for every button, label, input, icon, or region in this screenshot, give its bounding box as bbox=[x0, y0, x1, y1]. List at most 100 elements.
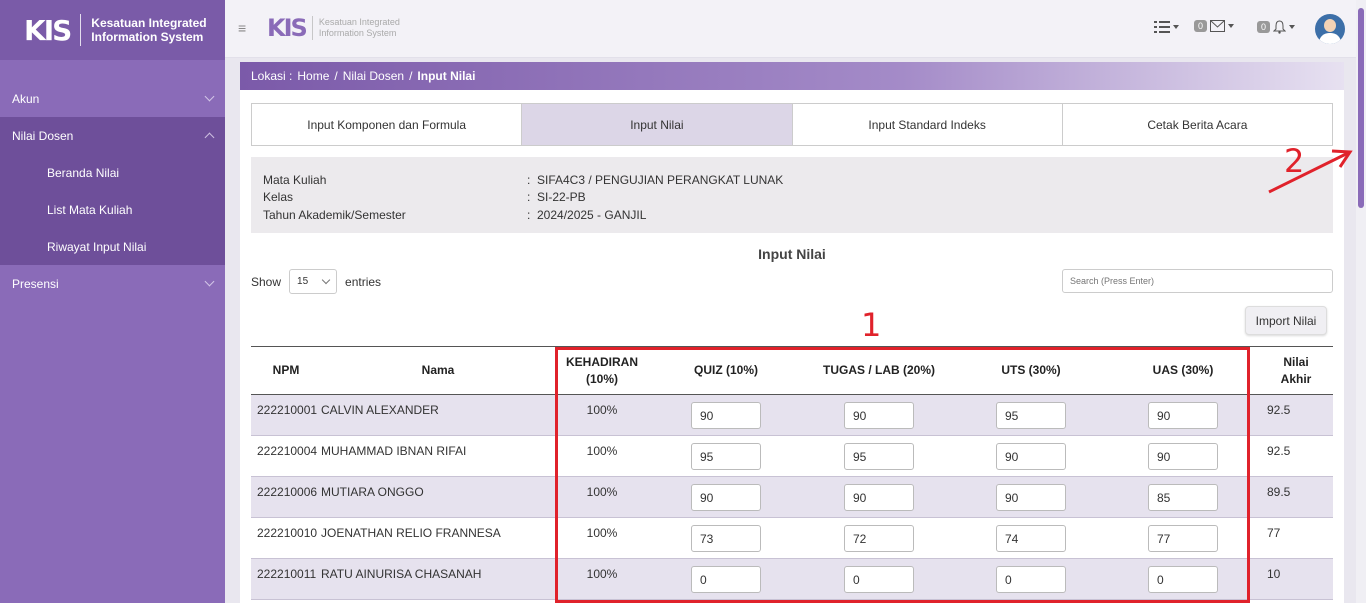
sidebar-logo[interactable]: KIS Kesatuan Integrated Information Syst… bbox=[0, 0, 225, 60]
col-header-npm: NPM bbox=[251, 346, 321, 395]
info-label: Mata Kuliah bbox=[263, 172, 327, 187]
tab-input-nilai[interactable]: Input Nilai bbox=[522, 104, 793, 145]
breadcrumb: Lokasi : Home / Nilai Dosen / Input Nila… bbox=[240, 62, 1344, 90]
logo-divider bbox=[311, 16, 313, 40]
tab-input-komponen[interactable]: Input Komponen dan Formula bbox=[252, 104, 523, 145]
chevron-up-icon bbox=[204, 132, 215, 143]
mail-button[interactable]: 0 bbox=[1194, 20, 1235, 32]
nama-cell: JOENATHAN RELIO FRANNESA bbox=[321, 517, 555, 559]
caret-down-icon bbox=[1289, 25, 1296, 29]
breadcrumb-prefix: Lokasi : bbox=[251, 69, 293, 83]
sidebar-item-label: Beranda Nilai bbox=[47, 165, 120, 180]
nama-cell: MUTIARA ONGGO bbox=[321, 476, 555, 518]
list-menu-button[interactable] bbox=[1154, 20, 1179, 34]
info-colon: : bbox=[527, 172, 531, 187]
sidebar-submenu: Beranda Nilai List Mata Kuliah Riwayat I… bbox=[0, 154, 225, 265]
nama-cell: MUHAMMAD IBNAN RIFAI bbox=[321, 435, 555, 477]
kis-logo-icon: KIS bbox=[267, 14, 308, 42]
npm-cell: 222210010 bbox=[251, 517, 321, 559]
avatar-body bbox=[1319, 33, 1341, 44]
sidebar-item-label: Presensi bbox=[12, 276, 59, 291]
sidebar-item-label: Riwayat Input Nilai bbox=[47, 239, 147, 254]
npm-cell: 222210001 bbox=[251, 394, 321, 436]
hamburger-menu-icon[interactable]: ≡ bbox=[238, 20, 246, 36]
breadcrumb-current: Input Nilai bbox=[417, 69, 476, 83]
user-avatar[interactable] bbox=[1315, 14, 1345, 44]
sidebar-item-list-mata-kuliah[interactable]: List Mata Kuliah bbox=[0, 191, 225, 228]
show-label: Show bbox=[251, 274, 282, 289]
scrollbar-thumb[interactable] bbox=[1358, 8, 1364, 208]
sidebar-item-riwayat-input-nilai[interactable]: Riwayat Input Nilai bbox=[0, 228, 225, 265]
info-colon: : bbox=[527, 207, 531, 222]
breadcrumb-nilai-dosen[interactable]: Nilai Dosen bbox=[343, 69, 404, 83]
sidebar-item-label: Akun bbox=[12, 91, 40, 106]
npm-cell: 222210004 bbox=[251, 435, 321, 477]
info-label: Tahun Akademik/Semester bbox=[263, 207, 406, 222]
info-value: SIFA4C3 / PENGUJIAN PERANGKAT LUNAK bbox=[537, 172, 784, 187]
logo-line2: Information System bbox=[318, 28, 397, 38]
info-label: Kelas bbox=[263, 190, 294, 205]
entries-value: 15 bbox=[297, 276, 309, 287]
info-row-mata-kuliah: Mata Kuliah : SIFA4C3 / PENGUJIAN PERANG… bbox=[263, 171, 1321, 189]
col-header-nama: Nama bbox=[321, 346, 555, 395]
breadcrumb-separator: / bbox=[409, 69, 413, 83]
sidebar-item-nilai-dosen[interactable]: Nilai Dosen bbox=[0, 117, 225, 154]
col-header-text: Nilai bbox=[1283, 354, 1309, 369]
caret-down-icon bbox=[1228, 24, 1235, 28]
annotation-box bbox=[555, 347, 1250, 603]
chevron-down-icon bbox=[321, 275, 331, 284]
page-scrollbar[interactable] bbox=[1356, 0, 1366, 603]
entries-label: entries bbox=[345, 274, 382, 289]
sidebar-item-akun[interactable]: Akun bbox=[0, 80, 225, 117]
entries-control: Show 15 entries bbox=[251, 269, 381, 294]
sidebar-item-label: List Mata Kuliah bbox=[47, 202, 133, 217]
search-input[interactable] bbox=[1062, 269, 1333, 293]
nilai-akhir-cell: 92.5 bbox=[1259, 394, 1333, 436]
logo-line2: Information System bbox=[91, 30, 204, 44]
caret-down-icon bbox=[1173, 25, 1179, 29]
nilai-akhir-cell: 92.5 bbox=[1259, 435, 1333, 477]
nama-cell: RATU AINURISA CHASANAH bbox=[321, 558, 555, 600]
kis-logo-icon: KIS bbox=[24, 13, 72, 47]
logo-text: Kesatuan Integrated Information System bbox=[91, 16, 206, 44]
chevron-down-icon bbox=[204, 276, 215, 287]
notification-button[interactable]: 0 bbox=[1257, 20, 1296, 34]
nilai-akhir-cell: 89.5 bbox=[1259, 476, 1333, 518]
notification-count-badge: 0 bbox=[1257, 21, 1271, 33]
tab-input-standard-indeks[interactable]: Input Standard Indeks bbox=[792, 104, 1063, 145]
sidebar-item-presensi[interactable]: Presensi bbox=[0, 265, 225, 302]
logo-line1: Kesatuan Integrated bbox=[318, 17, 400, 27]
mail-count-badge: 0 bbox=[1194, 20, 1208, 32]
annotation-arrow-icon bbox=[1268, 149, 1353, 194]
breadcrumb-separator: / bbox=[334, 69, 338, 83]
course-info-panel: Mata Kuliah : SIFA4C3 / PENGUJIAN PERANG… bbox=[251, 157, 1333, 233]
npm-cell: 222210006 bbox=[251, 476, 321, 518]
topbar: ≡ KIS Kesatuan Integrated Information Sy… bbox=[225, 0, 1356, 58]
info-row-tahun-akademik: Tahun Akademik/Semester : 2024/2025 - GA… bbox=[263, 206, 1321, 224]
section-title: Input Nilai bbox=[758, 246, 826, 262]
tab-cetak-berita-acara[interactable]: Cetak Berita Acara bbox=[1062, 104, 1332, 145]
chevron-down-icon bbox=[204, 91, 215, 102]
sidebar-item-label: Nilai Dosen bbox=[12, 128, 74, 143]
logo-text: Kesatuan Integrated Information System bbox=[319, 17, 400, 39]
list-icon bbox=[1154, 21, 1170, 33]
logo-divider bbox=[80, 14, 82, 46]
info-value: SI-22-PB bbox=[537, 190, 586, 205]
breadcrumb-home[interactable]: Home bbox=[297, 69, 329, 83]
nilai-akhir-cell: 10 bbox=[1259, 558, 1333, 600]
col-header-text: Akhir bbox=[1280, 371, 1312, 386]
sidebar-item-beranda-nilai[interactable]: Beranda Nilai bbox=[0, 154, 225, 191]
entries-select[interactable]: 15 bbox=[289, 269, 338, 294]
annotation-label-1: 1 bbox=[861, 306, 882, 344]
info-colon: : bbox=[527, 190, 531, 205]
envelope-icon bbox=[1210, 20, 1226, 32]
avatar-head bbox=[1324, 19, 1336, 32]
import-nilai-button[interactable]: Import Nilai bbox=[1245, 306, 1327, 335]
logo-line1: Kesatuan Integrated bbox=[91, 16, 207, 30]
bell-icon bbox=[1273, 20, 1287, 34]
info-row-kelas: Kelas : SI-22-PB bbox=[263, 189, 1321, 207]
tab-bar: Input Komponen dan Formula Input Nilai I… bbox=[251, 103, 1333, 146]
sidebar: KIS Kesatuan Integrated Information Syst… bbox=[0, 0, 225, 603]
info-value: 2024/2025 - GANJIL bbox=[537, 207, 647, 222]
npm-cell: 222210011 bbox=[251, 558, 321, 600]
